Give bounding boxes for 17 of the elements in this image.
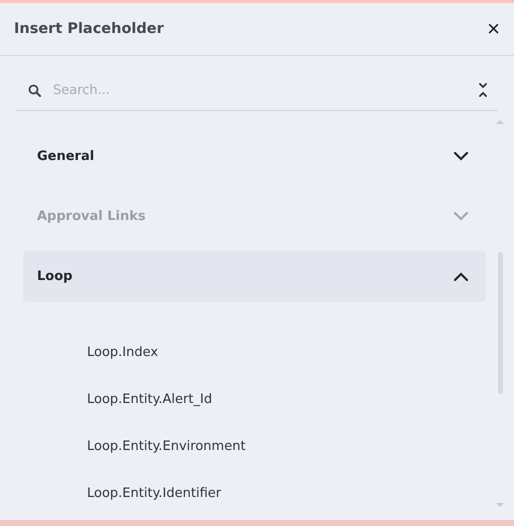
placeholder-item[interactable]: Loop.Entity.Environment — [23, 423, 486, 470]
close-button[interactable]: × — [483, 18, 504, 40]
placeholder-item[interactable]: Loop.Entity.Alert_Id — [23, 376, 486, 423]
search-field[interactable]: Search... — [51, 82, 468, 98]
placeholder-item[interactable]: Loop.Index — [23, 329, 486, 376]
scrollbar-thumb[interactable] — [498, 252, 502, 394]
collapse-all-button[interactable] — [478, 83, 488, 97]
search-icon — [28, 84, 41, 96]
group-header[interactable]: General — [23, 131, 486, 182]
scroll-up-icon[interactable] — [496, 119, 504, 124]
group-label: Approval Links — [37, 209, 146, 224]
group-label: Loop — [37, 269, 72, 284]
scroll-down-icon[interactable] — [496, 503, 504, 508]
group-label: General — [37, 149, 94, 164]
group-header[interactable]: Loop — [23, 251, 486, 302]
placeholder-item[interactable]: Loop.Entity.Identifier — [23, 470, 486, 517]
dialog-title: Insert Placeholder — [14, 21, 164, 37]
